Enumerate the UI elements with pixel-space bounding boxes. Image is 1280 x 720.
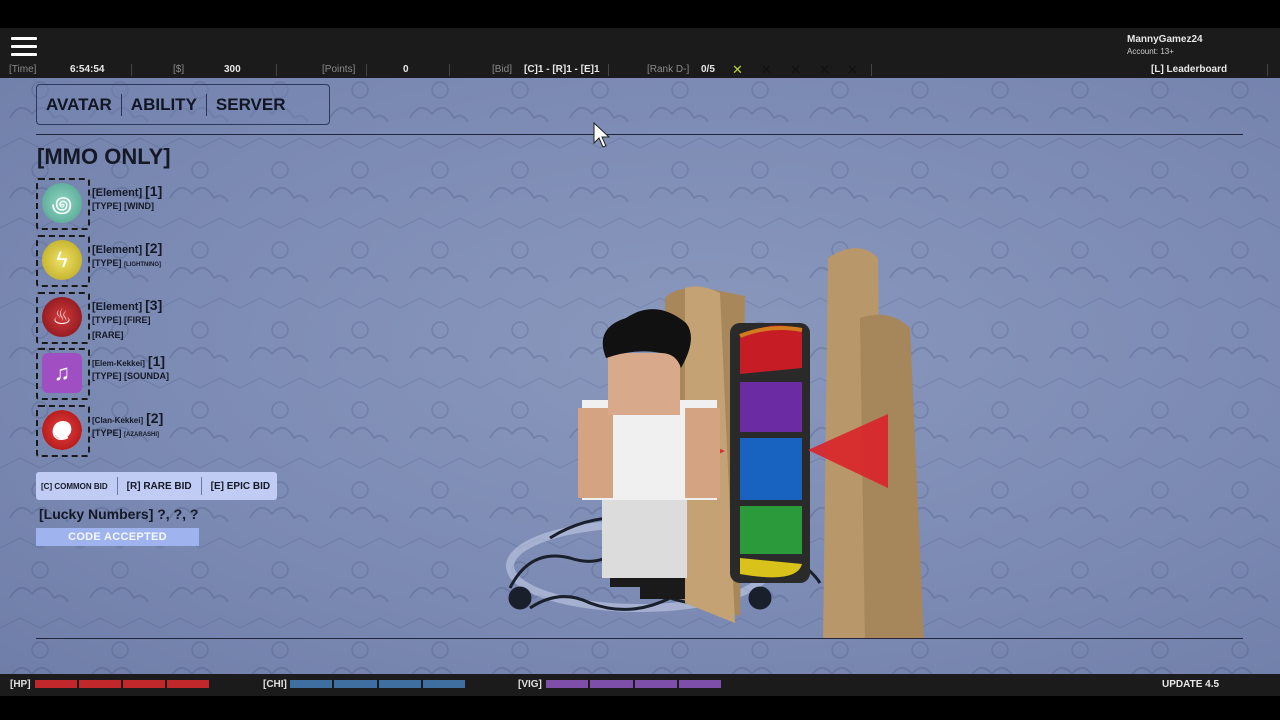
element-slot-3[interactable]: ♨ [Element] [3] [TYPE] [FIRE] [RARE] bbox=[36, 292, 276, 344]
points-value: 0 bbox=[403, 64, 409, 75]
spin-wheel-scene bbox=[506, 248, 924, 638]
type-label: [TYPE] bbox=[92, 258, 122, 268]
cross-icon: ✕ bbox=[790, 62, 801, 77]
slot-number: [2] bbox=[146, 410, 164, 426]
rarity-label: [RARE] bbox=[92, 330, 124, 340]
stats-bar: [Time] 6:54:54 [$] 300 [Points] 0 [Bid] … bbox=[0, 62, 1280, 78]
menu-icon[interactable] bbox=[11, 37, 37, 57]
slot-number: [2] bbox=[145, 240, 163, 256]
tab-server[interactable]: SERVER bbox=[207, 95, 295, 115]
type-value: [AZARASHI] bbox=[124, 432, 160, 438]
element-slot-2[interactable]: ϟ [Element] [2] [TYPE] [LIGHTNING] bbox=[36, 235, 276, 287]
money-value: 300 bbox=[224, 64, 241, 75]
time-value: 6:54:54 bbox=[70, 64, 105, 75]
element-slot-1[interactable]: ꩜ [Element] [1] [TYPE] [WIND] bbox=[36, 178, 276, 230]
type-value: [SOUNDA] bbox=[124, 371, 170, 381]
slot-category: [Elem-Kekkei] bbox=[92, 359, 145, 368]
slot-category: [Element] bbox=[92, 244, 143, 256]
type-label: [TYPE] bbox=[92, 201, 122, 211]
spiral-icon: @ bbox=[42, 410, 82, 450]
hp-label: [HP] bbox=[10, 679, 31, 690]
rank-label: [Rank D-] bbox=[647, 64, 690, 75]
slot-number: [3] bbox=[145, 297, 163, 313]
rank-value: 0/5 bbox=[701, 64, 715, 75]
money-label: [$] bbox=[173, 64, 185, 75]
epic-bid-button[interactable]: [E] EPIC BID bbox=[206, 481, 275, 492]
type-value: [LIGHTNING] bbox=[124, 262, 162, 268]
points-label: [Points] bbox=[322, 64, 356, 75]
type-label: [TYPE] bbox=[92, 428, 122, 438]
code-accepted-button[interactable]: CODE ACCEPTED bbox=[36, 528, 199, 546]
leaderboard-button[interactable]: [L] Leaderboard bbox=[1151, 64, 1227, 75]
account-age: Account: 13+ bbox=[1127, 47, 1174, 56]
type-label: [TYPE] bbox=[92, 371, 122, 381]
common-bid-button[interactable]: [C] COMMON BID bbox=[36, 482, 113, 491]
type-value: [WIND] bbox=[124, 201, 155, 211]
slot-category: [Element] bbox=[92, 301, 143, 313]
slot-category: [Element] bbox=[92, 187, 143, 199]
status-hud: [HP] [CHI] [VIG] UPDATE 4.5 bbox=[0, 674, 1280, 696]
lightning-icon: ϟ bbox=[42, 240, 82, 280]
account-name: MannyGamez24 bbox=[1127, 34, 1203, 45]
bid-label: [Bid] bbox=[492, 64, 513, 75]
vig-label: [VIG] bbox=[518, 679, 542, 690]
cross-icon: ✕ bbox=[819, 62, 830, 77]
cross-icon: ✕ bbox=[847, 62, 858, 77]
lucky-values: ?, ?, ? bbox=[157, 506, 199, 522]
time-label: [Time] bbox=[9, 64, 37, 75]
bid-value: [C]1 - [R]1 - [E]1 bbox=[524, 64, 600, 75]
slot-number: [1] bbox=[147, 353, 166, 369]
divider bbox=[36, 134, 1243, 135]
top-bar: MannyGamez24 Account: 13+ [Time] 6:54:54… bbox=[0, 28, 1280, 78]
type-label: [TYPE] bbox=[92, 315, 122, 325]
tab-avatar[interactable]: AVATAR bbox=[37, 95, 121, 115]
page-title: [MMO ONLY] bbox=[37, 144, 171, 169]
kekkei-slot-2[interactable]: @ [Clan-Kekkei] [2] [TYPE] [AZARASHI] bbox=[36, 405, 276, 457]
rare-bid-button[interactable]: [R] RARE BID bbox=[122, 481, 197, 492]
kekkei-slot-1[interactable]: ♫ [Elem-Kekkei] [1] [TYPE] [SOUNDA] bbox=[36, 348, 276, 400]
slot-number: [1] bbox=[145, 183, 163, 199]
mouse-cursor-icon bbox=[593, 122, 611, 148]
check-icon: ✕ bbox=[732, 62, 743, 77]
game-viewport[interactable]: AVATAR ABILITY SERVER [MMO ONLY] ꩜ [Elem… bbox=[0, 78, 1280, 674]
divider bbox=[36, 638, 1243, 639]
menu-tabs: AVATAR ABILITY SERVER bbox=[36, 84, 330, 125]
lucky-numbers: [Lucky Numbers] ?, ?, ? bbox=[39, 506, 198, 522]
hp-bar bbox=[35, 680, 209, 688]
music-note-icon: ♫ bbox=[42, 353, 82, 393]
slot-category: [Clan-Kekkei] bbox=[92, 416, 144, 425]
lucky-label: [Lucky Numbers] bbox=[39, 506, 154, 522]
chi-label: [CHI] bbox=[263, 679, 287, 690]
version-label: UPDATE 4.5 bbox=[1162, 679, 1220, 690]
type-value: [FIRE] bbox=[124, 315, 151, 325]
vig-bar bbox=[546, 680, 721, 688]
fire-icon: ♨ bbox=[42, 297, 82, 337]
account-info: MannyGamez24 Account: 13+ bbox=[1127, 34, 1203, 58]
bid-selector: [C] COMMON BID [R] RARE BID [E] EPIC BID bbox=[36, 472, 277, 500]
tab-ability[interactable]: ABILITY bbox=[122, 95, 206, 115]
cross-icon: ✕ bbox=[761, 62, 772, 77]
color-wheel bbox=[730, 323, 810, 583]
wind-icon: ꩜ bbox=[42, 183, 82, 223]
chi-bar bbox=[290, 680, 465, 688]
